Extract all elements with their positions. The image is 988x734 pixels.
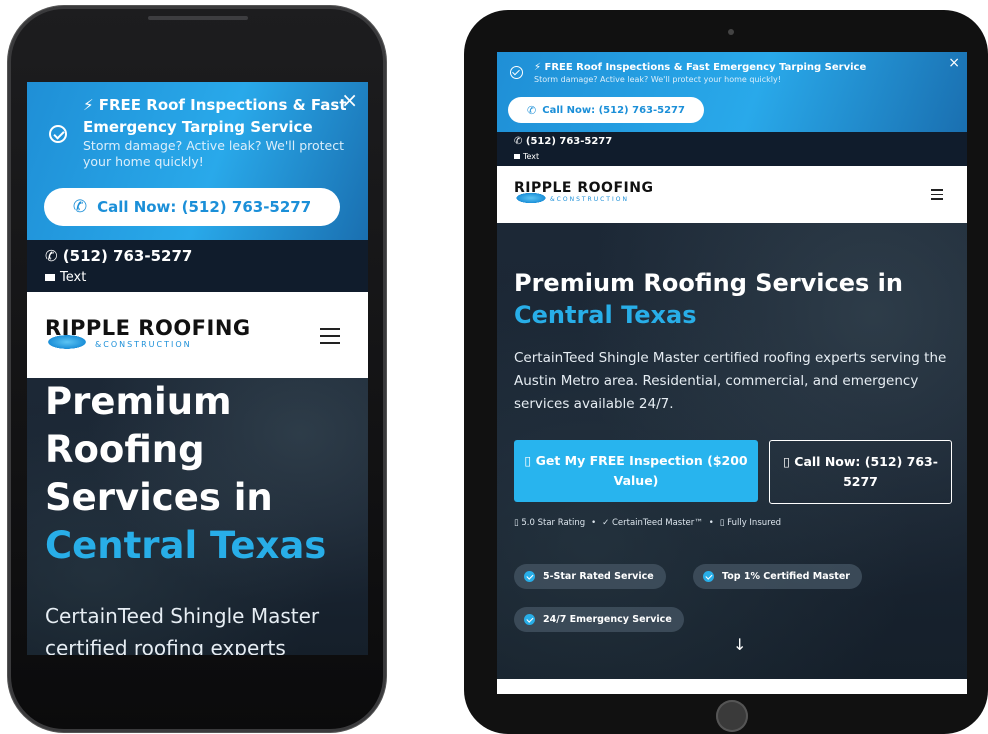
free-inspection-button[interactable]: ▯ Get My FREE Inspection ($200 Value) xyxy=(514,440,758,502)
contact-topbar: ✆ (512) 763-5277 Text xyxy=(27,240,368,292)
hero-title: Premium Roofing Services in Central Texa… xyxy=(514,267,954,331)
hero-lead-text: CertainTeed Shingle Master certified roo… xyxy=(45,604,320,655)
logo-sub-text: &CONSTRUCTION xyxy=(550,196,629,203)
message-icon xyxy=(45,274,55,281)
trust-separator: • xyxy=(708,518,714,528)
home-button xyxy=(716,700,748,732)
trust-insured: ▯ Fully Insured xyxy=(719,518,782,528)
check-circle-icon xyxy=(510,66,523,79)
topbar-phone-link[interactable]: ✆ (512) 763-5277 xyxy=(514,136,612,147)
hero-title-accent: Central Texas xyxy=(45,524,327,567)
topbar-text-link[interactable]: Text xyxy=(45,270,86,285)
alert-subtitle: Storm damage? Active leak? We'll protect… xyxy=(534,75,781,84)
phone-icon: ✆ xyxy=(527,103,537,117)
alert-subtitle: Storm damage? Active leak? We'll protect… xyxy=(83,138,345,169)
topbar-text-link[interactable]: Text xyxy=(514,152,539,161)
phone-icon: ✆ xyxy=(45,247,63,265)
hero-title: Premium Roofing Services in Central Texa… xyxy=(45,378,355,570)
scroll-down-icon[interactable]: ↓ xyxy=(733,635,746,654)
trust-star-rating: ▯ 5.0 Star Rating xyxy=(514,518,586,528)
hero-lead-text: CertainTeed Shingle Master certified roo… xyxy=(514,350,947,412)
call-now-label: Call Now: (512) 763-5277 xyxy=(542,104,685,116)
badge-label: 24/7 Emergency Service xyxy=(543,614,672,625)
trust-indicators: ▯ 5.0 Star Rating • ✓ CertainTeed Master… xyxy=(514,518,781,528)
topbar-text-label: Text xyxy=(60,270,87,285)
phone-icon: ✆ xyxy=(514,136,526,147)
logo-sub-text: &CONSTRUCTION xyxy=(95,340,192,349)
hero-title-accent: Central Texas xyxy=(514,301,697,329)
site-logo[interactable]: RIPPLE ROOFING &CONSTRUCTION xyxy=(514,180,674,208)
trust-certainteed: ✓ CertainTeed Master™ xyxy=(602,518,703,528)
phone-screen: × ⚡ FREE Roof Inspections & Fast Emergen… xyxy=(27,82,368,655)
badge-5-star: 5-Star Rated Service xyxy=(514,564,666,589)
badge-top-certified: Top 1% Certified Master xyxy=(693,564,862,589)
check-circle-icon xyxy=(703,571,714,582)
call-now-button[interactable]: ✆ Call Now: (512) 763-5277 xyxy=(44,188,340,226)
ripple-logo-icon xyxy=(514,192,548,204)
message-icon xyxy=(514,154,520,159)
close-icon[interactable]: × xyxy=(948,55,960,71)
call-now-button[interactable]: ✆ Call Now: (512) 763-5277 xyxy=(508,97,704,123)
contact-topbar: ✆ (512) 763-5277 Text xyxy=(497,132,967,166)
topbar-phone-link[interactable]: ✆ (512) 763-5277 xyxy=(45,247,192,265)
hero-title-main: Premium Roofing Services in xyxy=(514,269,903,297)
phone-icon: ✆ xyxy=(72,197,88,217)
trust-separator: • xyxy=(591,518,597,528)
alert-title: ⚡ FREE Roof Inspections & Fast Emergency… xyxy=(534,62,867,73)
alert-title: ⚡ FREE Roof Inspections & Fast Emergency… xyxy=(83,96,347,136)
badge-label: 5-Star Rated Service xyxy=(543,571,654,582)
promo-alert-banner: × ⚡ FREE Roof Inspections & Fast Emergen… xyxy=(497,52,967,132)
camera-icon xyxy=(728,29,734,35)
hero-section: Premium Roofing Services in Central Texa… xyxy=(27,378,368,655)
ripple-logo-icon xyxy=(45,334,89,350)
hamburger-icon[interactable] xyxy=(320,328,340,349)
site-navbar: RIPPLE ROOFING &CONSTRUCTION xyxy=(497,166,967,223)
topbar-phone-number: (512) 763-5277 xyxy=(62,247,193,265)
check-circle-icon xyxy=(524,571,535,582)
badge-label: Top 1% Certified Master xyxy=(722,571,850,582)
tablet-screen: × ⚡ FREE Roof Inspections & Fast Emergen… xyxy=(497,52,967,694)
call-now-outline-button[interactable]: ▯ Call Now: (512) 763-5277 xyxy=(769,440,952,504)
topbar-phone-number: (512) 763-5277 xyxy=(525,136,613,147)
badge-emergency: 24/7 Emergency Service xyxy=(514,607,684,632)
site-navbar: RIPPLE ROOFING &CONSTRUCTION xyxy=(27,292,368,378)
check-circle-icon xyxy=(49,125,67,143)
promo-alert-banner: × ⚡ FREE Roof Inspections & Fast Emergen… xyxy=(27,82,368,240)
call-now-label: Call Now: (512) 763-5277 xyxy=(97,198,312,216)
topbar-text-label: Text xyxy=(523,152,540,161)
hero-section: Premium Roofing Services in Central Texa… xyxy=(497,223,967,679)
check-circle-icon xyxy=(524,614,535,625)
hamburger-icon[interactable] xyxy=(931,189,943,203)
site-logo[interactable]: RIPPLE ROOFING &CONSTRUCTION xyxy=(45,316,265,352)
hero-title-main: Premium Roofing Services in xyxy=(45,380,273,519)
